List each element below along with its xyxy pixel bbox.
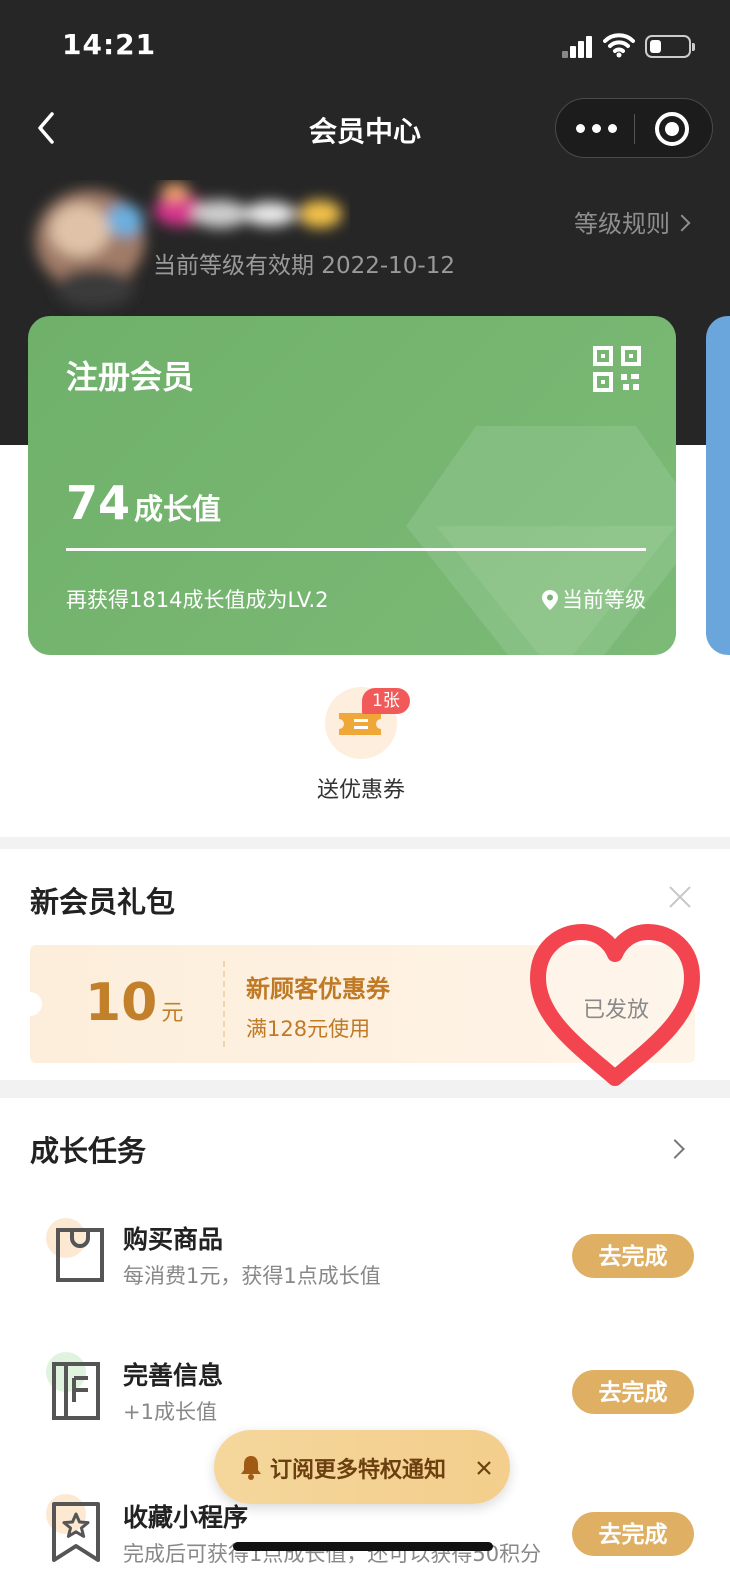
bookmark-star-icon bbox=[46, 1494, 100, 1562]
next-level-card-peek[interactable] bbox=[706, 316, 730, 655]
task-name: 完善信息 bbox=[123, 1361, 224, 1390]
close-icon[interactable] bbox=[476, 1460, 492, 1476]
complete-task-button[interactable]: 去完成 bbox=[572, 1234, 694, 1278]
wifi-icon bbox=[603, 33, 635, 58]
coupon-count-badge: 1张 bbox=[362, 688, 410, 714]
next-level-hint: 再获得1814成长值成为LV.2 bbox=[66, 588, 329, 612]
chevron-right-icon bbox=[673, 214, 691, 232]
coupon-divider bbox=[223, 961, 225, 1047]
task-item-profile: 完善信息 +1成长值 去完成 bbox=[0, 1334, 730, 1444]
coupon-amount: 10 元 bbox=[85, 973, 183, 1033]
level-progress-bar bbox=[66, 548, 646, 551]
miniprogram-capsule bbox=[555, 98, 713, 158]
coupon-condition: 满128元使用 bbox=[246, 1017, 371, 1041]
close-miniprogram-icon[interactable] bbox=[655, 112, 689, 146]
bell-icon bbox=[241, 1456, 261, 1480]
close-icon[interactable] bbox=[668, 885, 692, 909]
level-rules-label: 等级规则 bbox=[574, 210, 670, 238]
task-item-purchase: 购买商品 每消费1元，获得1点成长值 去完成 bbox=[0, 1198, 730, 1308]
member-card[interactable]: 注册会员 74 成长值 再获得1814成长值成为LV.2 当前等级 bbox=[28, 316, 676, 655]
profile-form-icon bbox=[46, 1352, 100, 1420]
coupon-shortcut-label: 送优惠券 bbox=[316, 778, 405, 803]
gift-section-title: 新会员礼包 bbox=[30, 885, 176, 919]
shopping-bag-icon bbox=[46, 1218, 104, 1282]
level-validity-text: 当前等级有效期 2022-10-12 bbox=[153, 253, 455, 279]
task-name: 收藏小程序 bbox=[123, 1503, 249, 1532]
subscribe-label: 订阅更多特权通知 bbox=[270, 1458, 447, 1483]
task-desc: 每消费1元，获得1点成长值 bbox=[123, 1264, 381, 1288]
tasks-section-title: 成长任务 bbox=[30, 1134, 147, 1168]
growth-tasks-section: 成长任务 购买商品 每消费1元，获得1点成长值 去完成 完善信息 +1成长值 去… bbox=[0, 1098, 730, 1580]
growth-points-value: 74 bbox=[66, 476, 131, 530]
task-name: 购买商品 bbox=[123, 1225, 224, 1254]
qr-code-icon[interactable] bbox=[593, 346, 641, 392]
coupon-status: 已发放 bbox=[583, 998, 650, 1023]
location-pin-icon bbox=[542, 590, 558, 610]
task-desc: +1成长值 bbox=[123, 1400, 217, 1424]
coupon-name: 新顾客优惠券 bbox=[246, 975, 390, 1003]
growth-points: 74 成长值 bbox=[66, 476, 221, 530]
coupon-amount-unit: 元 bbox=[161, 1001, 184, 1026]
status-time: 14:21 bbox=[62, 28, 157, 61]
status-bar: 14:21 bbox=[0, 0, 730, 92]
member-level-name: 注册会员 bbox=[66, 358, 195, 396]
home-indicator[interactable] bbox=[233, 1542, 493, 1551]
complete-task-button[interactable]: 去完成 bbox=[572, 1512, 694, 1556]
signal-icon bbox=[562, 34, 594, 58]
diamond-watermark-icon bbox=[406, 426, 676, 655]
growth-points-label: 成长值 bbox=[134, 492, 222, 526]
current-level-label: 当前等级 bbox=[562, 588, 646, 612]
more-options-icon[interactable] bbox=[574, 113, 630, 143]
chevron-right-icon[interactable] bbox=[665, 1139, 685, 1159]
subscribe-notification-banner[interactable]: 订阅更多特权通知 bbox=[214, 1430, 510, 1504]
battery-icon bbox=[645, 35, 695, 58]
level-rules-link[interactable]: 等级规则 bbox=[574, 204, 691, 239]
coupon-amount-value: 10 bbox=[85, 973, 158, 1033]
complete-task-button[interactable]: 去完成 bbox=[572, 1370, 694, 1414]
current-level-marker: 当前等级 bbox=[542, 584, 646, 614]
